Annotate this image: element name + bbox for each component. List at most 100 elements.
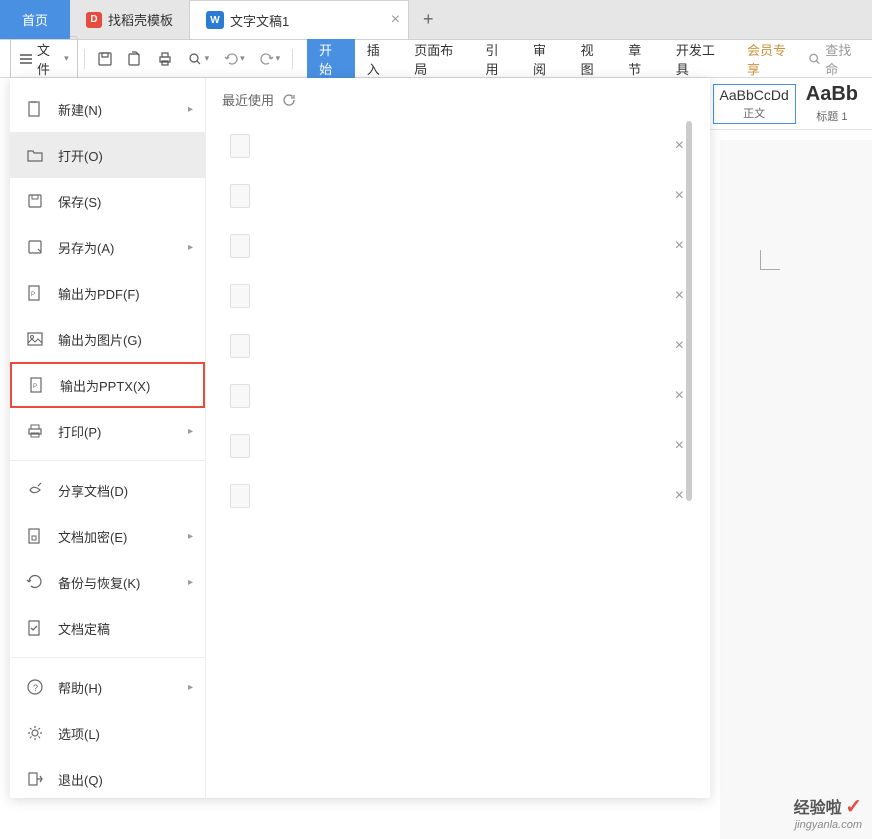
menu-share[interactable]: 分享文档(D) [10, 467, 205, 513]
menu-save-label: 保存(S) [58, 192, 101, 211]
menu-encrypt[interactable]: 文档加密(E) ▸ [10, 513, 205, 559]
menu-finalize-label: 文档定稿 [58, 619, 110, 638]
ribbon-dev[interactable]: 开发工具 [664, 34, 735, 84]
style-heading-preview: AaBb [806, 83, 858, 106]
refresh-icon[interactable] [282, 93, 296, 107]
ribbon-reference[interactable]: 引用 [473, 34, 521, 84]
ribbon-insert[interactable]: 插入 [355, 34, 403, 84]
print-icon [157, 51, 173, 67]
ribbon-review[interactable]: 审阅 [521, 34, 569, 84]
separator [292, 49, 293, 69]
menu-help[interactable]: ? 帮助(H) ▸ [10, 664, 205, 710]
watermark-brand: 经验啦 [794, 800, 842, 817]
menu-help-label: 帮助(H) [58, 678, 102, 697]
recent-item[interactable]: × [222, 471, 694, 521]
chevron-right-icon: ▸ [188, 426, 193, 437]
scrollbar[interactable] [684, 121, 692, 761]
style-heading1[interactable]: AaBb 标题 1 [800, 81, 864, 126]
file-label: 文件 [37, 40, 60, 78]
menu-open[interactable]: 打开(O) [10, 132, 205, 178]
saveas-button[interactable] [121, 47, 149, 71]
help-icon: ? [26, 678, 44, 696]
menu-export-img[interactable]: 输出为图片(G) [10, 316, 205, 362]
style-heading-label: 标题 1 [806, 108, 858, 124]
recent-item[interactable]: × [222, 321, 694, 371]
menu-finalize[interactable]: 文档定稿 [10, 605, 205, 651]
close-icon[interactable]: × [675, 137, 684, 155]
menu-backup[interactable]: 备份与恢复(K) ▸ [10, 559, 205, 605]
style-normal[interactable]: AaBbCcDd 正文 [713, 84, 796, 124]
menu-print[interactable]: 打印(P) ▸ [10, 408, 205, 454]
recent-item[interactable]: × [222, 421, 694, 471]
menu-print-label: 打印(P) [58, 422, 101, 441]
saveas-icon [127, 51, 143, 67]
save-button[interactable] [91, 47, 119, 71]
doc-icon [230, 384, 250, 408]
recent-header: 最近使用 [222, 90, 694, 109]
chevron-right-icon: ▸ [188, 104, 193, 115]
close-icon[interactable]: × [391, 11, 400, 29]
print-button[interactable] [151, 47, 179, 71]
ribbon-tabs: 开始 插入 页面布局 引用 审阅 视图 章节 开发工具 会员专享 [307, 34, 806, 84]
menu-exit[interactable]: 退出(Q) [10, 756, 205, 802]
tab-home[interactable]: 首页 [0, 0, 70, 39]
backup-icon [26, 573, 44, 591]
ribbon-view[interactable]: 视图 [569, 34, 617, 84]
lock-icon [26, 527, 44, 545]
undo-button[interactable]: ▾ [217, 47, 251, 71]
recent-item[interactable]: × [222, 271, 694, 321]
print-icon [26, 422, 44, 440]
menu-options[interactable]: 选项(L) [10, 710, 205, 756]
save-icon [97, 51, 113, 67]
close-icon[interactable]: × [675, 187, 684, 205]
close-icon[interactable]: × [675, 437, 684, 455]
svg-text:?: ? [33, 683, 38, 693]
ribbon-vip[interactable]: 会员专享 [735, 34, 806, 84]
search-icon [808, 52, 821, 66]
menu-saveas-label: 另存为(A) [58, 238, 114, 257]
search-box[interactable]: 查找命 [808, 40, 862, 78]
svg-text:P: P [31, 292, 35, 298]
search-placeholder: 查找命 [825, 40, 862, 78]
file-menu-button[interactable]: 文件 ▾ [10, 36, 78, 82]
document-canvas[interactable] [720, 140, 872, 839]
menu-save[interactable]: 保存(S) [10, 178, 205, 224]
doc-icon [230, 434, 250, 458]
menu-backup-label: 备份与恢复(K) [58, 573, 140, 592]
menu-encrypt-label: 文档加密(E) [58, 527, 127, 546]
recent-item[interactable]: × [222, 171, 694, 221]
tab-template[interactable]: D 找稻壳模板 [70, 0, 189, 39]
ribbon-layout[interactable]: 页面布局 [402, 34, 473, 84]
doc-icon [230, 184, 250, 208]
ribbon-start[interactable]: 开始 [307, 34, 355, 84]
preview-button[interactable]: ▾ [181, 47, 216, 71]
close-icon[interactable]: × [675, 237, 684, 255]
chevron-right-icon: ▸ [188, 577, 193, 588]
image-icon [26, 330, 44, 348]
menu-export-pptx[interactable]: P 输出为PPTX(X) [10, 362, 205, 408]
redo-icon [259, 51, 275, 67]
close-icon[interactable]: × [675, 487, 684, 505]
menu-saveas[interactable]: 另存为(A) ▸ [10, 224, 205, 270]
recent-panel: 最近使用 × × × × × × × × [206, 78, 710, 798]
close-icon[interactable]: × [675, 287, 684, 305]
menu-export-pdf[interactable]: P 输出为PDF(F) [10, 270, 205, 316]
redo-button[interactable]: ▾ [253, 47, 287, 71]
separator [10, 657, 205, 658]
page-margin-marker [760, 250, 780, 270]
ribbon-chapter[interactable]: 章节 [616, 34, 664, 84]
doc-icon [230, 234, 250, 258]
close-icon[interactable]: × [675, 387, 684, 405]
save-icon [26, 192, 44, 210]
template-icon: D [86, 12, 102, 28]
recent-item[interactable]: × [222, 221, 694, 271]
tab-document[interactable]: W 文字文稿1 × [189, 0, 409, 39]
close-icon[interactable]: × [675, 337, 684, 355]
menu-export-img-label: 输出为图片(G) [58, 330, 142, 349]
menu-share-label: 分享文档(D) [58, 481, 128, 500]
scrollbar-thumb[interactable] [686, 121, 692, 501]
recent-item[interactable]: × [222, 121, 694, 171]
recent-item[interactable]: × [222, 371, 694, 421]
menu-new[interactable]: 新建(N) ▸ [10, 86, 205, 132]
saveas-icon [26, 238, 44, 256]
